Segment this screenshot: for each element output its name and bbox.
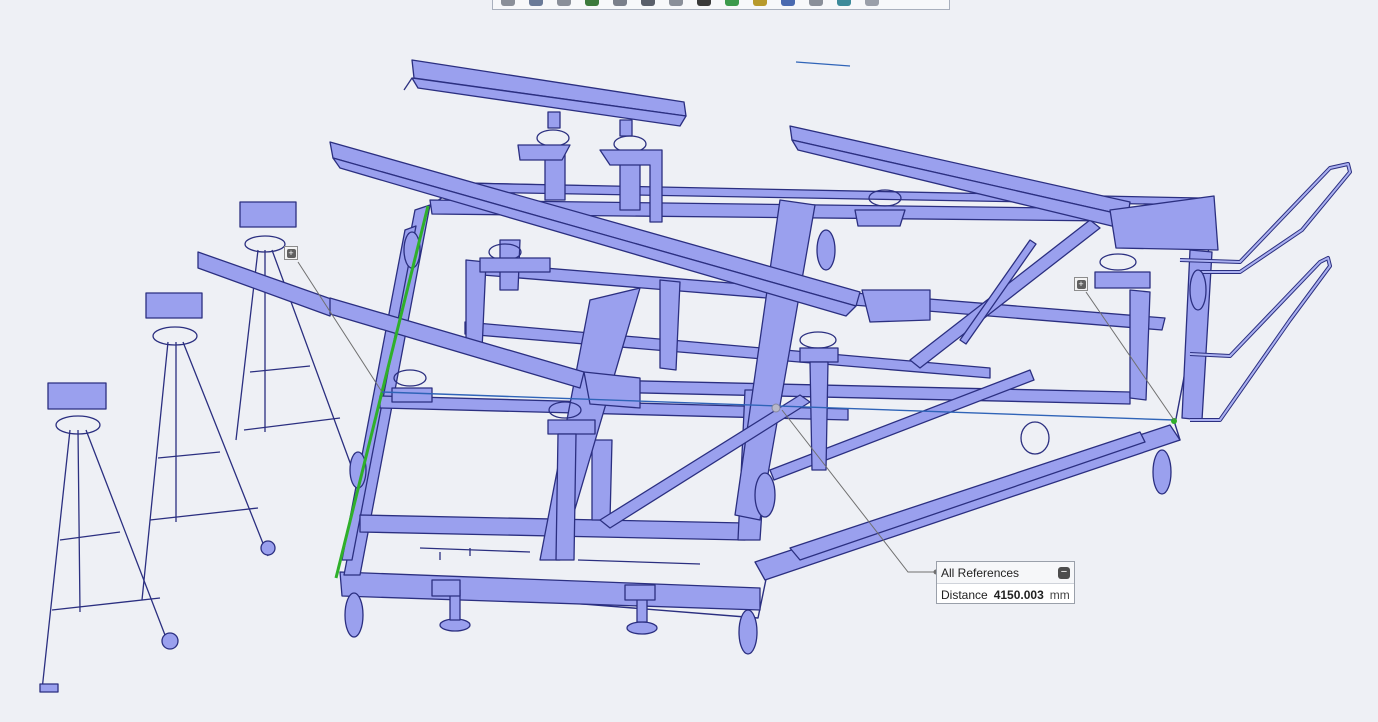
- toolbar-icon[interactable]: [613, 0, 627, 6]
- callout-header: All References −: [937, 562, 1074, 584]
- toolbar-icon[interactable]: [753, 0, 767, 6]
- expand-icon: +: [286, 247, 296, 258]
- toolbar-icon[interactable]: [865, 0, 879, 6]
- distance-value: 4150.003: [993, 587, 1044, 602]
- measure-callout[interactable]: All References − Distance 4150.003 mm: [936, 561, 1075, 604]
- distance-unit: mm: [1049, 587, 1070, 602]
- collapse-icon[interactable]: −: [1058, 566, 1070, 579]
- reference-marker-left[interactable]: +: [284, 246, 298, 260]
- toolbar-icon[interactable]: [529, 0, 543, 6]
- callout-title: All References: [941, 565, 1020, 580]
- toolbar-icon[interactable]: [641, 0, 655, 6]
- toolbar-icon[interactable]: [809, 0, 823, 6]
- 3d-viewport[interactable]: [0, 0, 1378, 722]
- distance-label: Distance: [941, 587, 988, 602]
- toolbar-icon[interactable]: [725, 0, 739, 6]
- toolbar-icon[interactable]: [837, 0, 851, 6]
- toolbar-icon[interactable]: [585, 0, 599, 6]
- toolbar-icon[interactable]: [557, 0, 571, 6]
- reference-marker-right[interactable]: +: [1074, 277, 1088, 291]
- toolbar-icon[interactable]: [669, 0, 683, 6]
- toolbar-icon[interactable]: [501, 0, 515, 6]
- toolbar-icon[interactable]: [781, 0, 795, 6]
- top-toolbar: [492, 0, 950, 10]
- callout-body: Distance 4150.003 mm: [937, 584, 1074, 605]
- expand-icon: +: [1076, 278, 1086, 289]
- toolbar-icon[interactable]: [697, 0, 711, 6]
